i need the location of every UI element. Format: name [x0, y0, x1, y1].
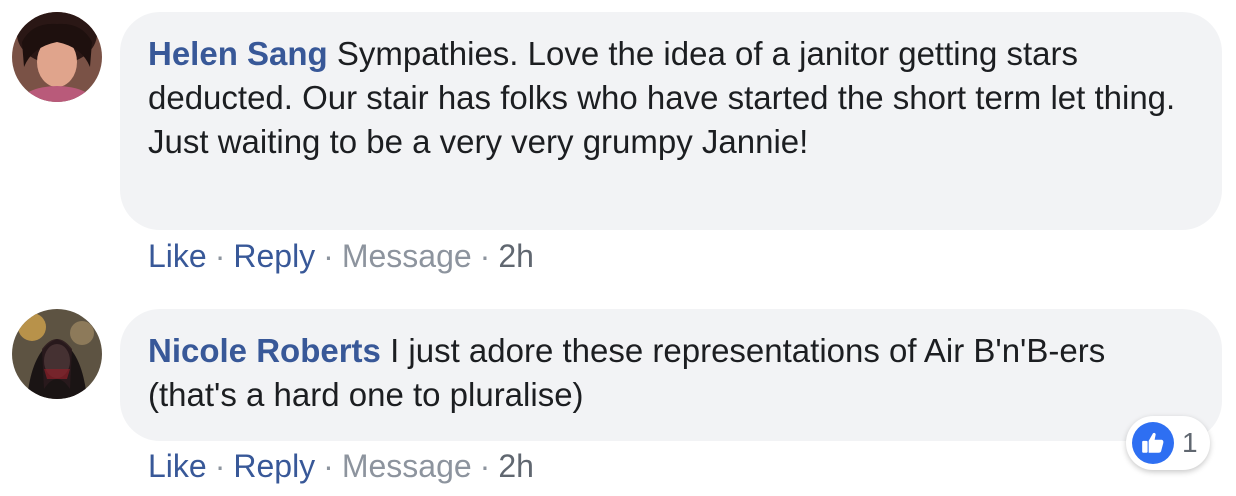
comment-author-link[interactable]: Helen Sang — [148, 35, 328, 72]
like-thumb-icon — [1132, 422, 1174, 464]
action-separator: · — [479, 238, 491, 274]
action-separator: · — [214, 448, 226, 484]
action-separator: · — [479, 448, 491, 484]
comment-bubble: Nicole Roberts I just adore these repres… — [120, 309, 1222, 441]
comment-bubble: Helen Sang Sympathies. Love the idea of … — [120, 12, 1222, 230]
comment-actions: Like · Reply · Message · 2h — [148, 446, 534, 486]
comment-author-link[interactable]: Nicole Roberts — [148, 332, 381, 369]
action-separator: · — [323, 238, 334, 274]
comment-actions: Like · Reply · Message · 2h — [148, 236, 534, 276]
action-separator: · — [323, 448, 334, 484]
message-link[interactable]: Message — [342, 448, 472, 484]
avatar[interactable] — [12, 12, 102, 102]
reaction-count: 1 — [1182, 427, 1198, 458]
like-link[interactable]: Like — [148, 238, 207, 274]
helen-sang-avatar-image — [12, 12, 102, 102]
thumbs-up-icon — [1142, 432, 1164, 453]
reaction-summary[interactable]: 1 — [1126, 416, 1210, 470]
comment-timestamp[interactable]: 2h — [498, 448, 534, 484]
comment-timestamp[interactable]: 2h — [498, 238, 534, 274]
reply-link[interactable]: Reply — [233, 448, 315, 484]
message-link[interactable]: Message — [342, 238, 472, 274]
reply-link[interactable]: Reply — [233, 238, 315, 274]
action-separator: · — [214, 238, 226, 274]
like-link[interactable]: Like — [148, 448, 207, 484]
nicole-roberts-avatar-image — [12, 309, 102, 399]
avatar[interactable] — [12, 309, 102, 399]
